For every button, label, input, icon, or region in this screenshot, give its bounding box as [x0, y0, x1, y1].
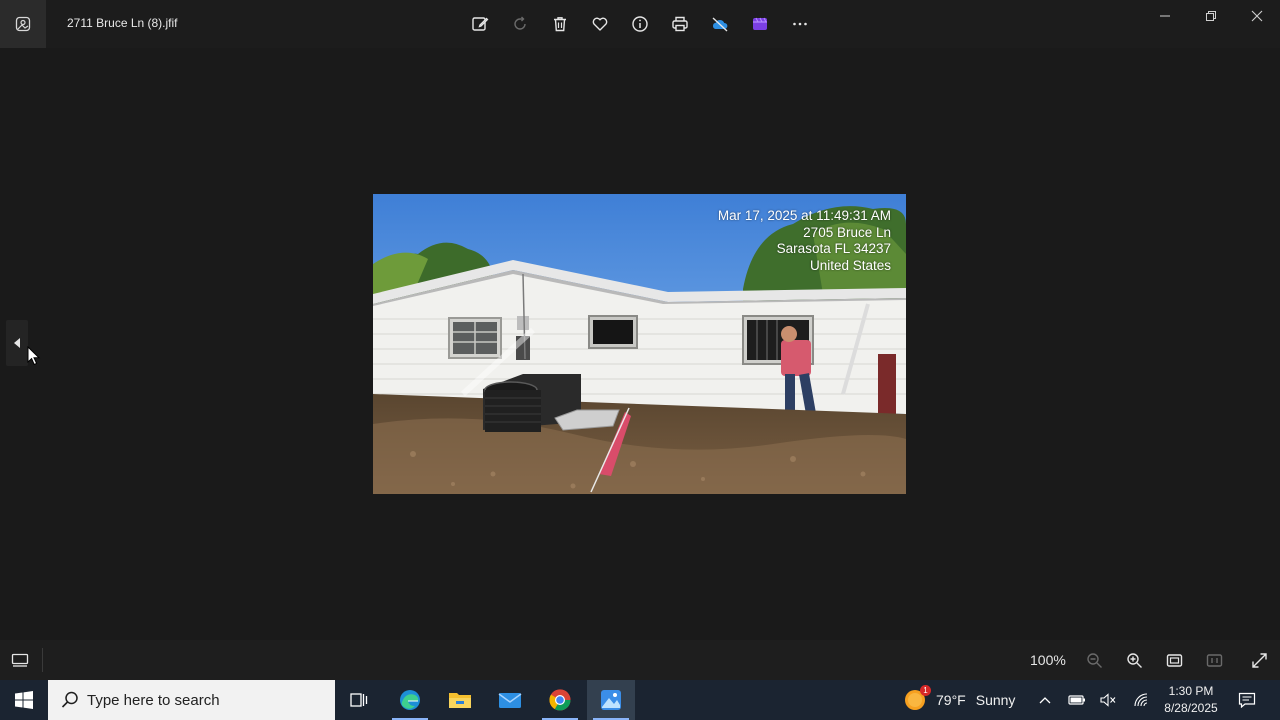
photo-timestamp-overlay: Mar 17, 2025 at 11:49:31 AM 2705 Bruce L… — [718, 208, 891, 274]
full-screen-button[interactable] — [1239, 640, 1279, 680]
triangle-left-icon — [14, 338, 20, 348]
restore-icon — [1206, 11, 1216, 21]
filmstrip-icon — [11, 653, 29, 667]
mouse-cursor-icon — [27, 346, 41, 366]
minimize-button[interactable] — [1142, 0, 1188, 32]
filmstrip-toggle-button[interactable] — [0, 640, 40, 680]
volume-muted-icon — [1100, 693, 1116, 707]
weather-alert-badge: 1 — [920, 685, 931, 696]
ellipsis-icon — [793, 22, 807, 26]
zoom-level-label[interactable]: 100% — [1030, 652, 1066, 668]
edge-icon — [400, 690, 420, 710]
photos-app-button[interactable] — [0, 0, 46, 48]
wifi-icon — [1134, 693, 1148, 707]
heart-icon — [592, 17, 608, 31]
info-icon — [632, 16, 648, 32]
sun-icon: 1 — [904, 685, 931, 711]
task-view-icon — [350, 693, 368, 707]
clock-date: 8/28/2025 — [1164, 701, 1218, 715]
show-hidden-icons-button[interactable] — [1030, 680, 1060, 720]
cloud-off-icon — [712, 17, 728, 32]
folder-icon — [449, 693, 471, 708]
windows-taskbar: 1 79°F Sunny 1:30 PM 8/28/2025 — [0, 680, 1280, 720]
delete-button[interactable] — [540, 4, 580, 44]
mail-taskbar-button[interactable] — [486, 680, 534, 720]
mail-icon — [498, 693, 522, 708]
bottom-bar: 100% — [0, 640, 1280, 680]
network-tray-button[interactable] — [1126, 680, 1156, 720]
search-input[interactable] — [87, 691, 327, 709]
file-name-title: 2711 Bruce Ln (8).jfif — [67, 16, 178, 30]
image-viewer-canvas: Mar 17, 2025 at 11:49:31 AM 2705 Bruce L… — [0, 48, 1280, 640]
print-button[interactable] — [660, 4, 700, 44]
printer-icon — [672, 16, 688, 32]
task-view-button[interactable] — [335, 680, 383, 720]
photos-app-icon — [601, 690, 621, 710]
edit-image-button[interactable] — [460, 4, 500, 44]
battery-tray-button[interactable] — [1062, 680, 1092, 720]
search-icon — [61, 691, 78, 708]
edge-taskbar-button[interactable] — [386, 680, 434, 720]
edit-image-icon — [472, 17, 489, 31]
photos-taskbar-button[interactable] — [587, 680, 635, 720]
previous-image-button[interactable] — [6, 320, 28, 366]
actual-size-button[interactable] — [1194, 640, 1234, 680]
actual-size-icon — [1206, 653, 1222, 667]
taskbar-search-box[interactable] — [48, 680, 335, 720]
start-button[interactable] — [0, 680, 48, 720]
clipchamp-icon — [753, 17, 767, 30]
weather-condition: Sunny — [975, 692, 1016, 708]
minimize-icon — [1160, 15, 1170, 17]
clipchamp-button[interactable] — [740, 4, 780, 44]
bottom-bar-divider — [42, 648, 43, 672]
chrome-taskbar-button[interactable] — [536, 680, 584, 720]
expand-icon — [1251, 652, 1267, 668]
fit-window-icon — [1166, 653, 1182, 667]
photos-app-icon — [15, 16, 31, 32]
title-bar: 2711 Bruce Ln (8).jfif — [0, 0, 1280, 48]
chevron-up-icon — [1039, 697, 1051, 704]
notification-icon — [1238, 692, 1256, 708]
zoom-in-button[interactable] — [1114, 640, 1154, 680]
favorite-button[interactable] — [580, 4, 620, 44]
displayed-photo: Mar 17, 2025 at 11:49:31 AM 2705 Bruce L… — [373, 194, 906, 494]
stamp-city: Sarasota FL 34237 — [776, 241, 891, 256]
windows-logo-icon — [15, 691, 33, 709]
notification-center-button[interactable] — [1232, 680, 1262, 720]
close-button[interactable] — [1234, 0, 1280, 32]
clock-time: 1:30 PM — [1168, 684, 1214, 698]
chrome-icon — [549, 689, 571, 711]
zoom-out-icon — [1086, 652, 1102, 668]
stamp-country: United States — [809, 257, 891, 273]
file-info-button[interactable] — [620, 4, 660, 44]
rotate-button[interactable] — [500, 4, 540, 44]
battery-icon — [1068, 695, 1085, 705]
weather-temperature: 79°F — [936, 692, 966, 708]
close-icon — [1251, 10, 1263, 22]
trash-icon — [554, 17, 566, 32]
window-controls — [1142, 0, 1280, 32]
more-options-button[interactable] — [780, 4, 820, 44]
restore-button[interactable] — [1188, 0, 1234, 32]
rotate-icon — [514, 16, 526, 30]
volume-tray-button[interactable] — [1093, 680, 1123, 720]
stamp-street: 2705 Bruce Ln — [803, 224, 891, 240]
top-toolbar — [460, 4, 820, 44]
file-explorer-taskbar-button[interactable] — [436, 680, 484, 720]
fit-to-window-button[interactable] — [1154, 640, 1194, 680]
onedrive-button[interactable] — [700, 4, 740, 44]
weather-widget[interactable]: 1 79°F Sunny — [904, 680, 1015, 720]
stamp-datetime: Mar 17, 2025 at 11:49:31 AM — [717, 208, 891, 223]
zoom-in-icon — [1126, 652, 1142, 668]
zoom-out-button[interactable] — [1074, 640, 1114, 680]
system-clock[interactable]: 1:30 PM 8/28/2025 — [1158, 683, 1224, 717]
